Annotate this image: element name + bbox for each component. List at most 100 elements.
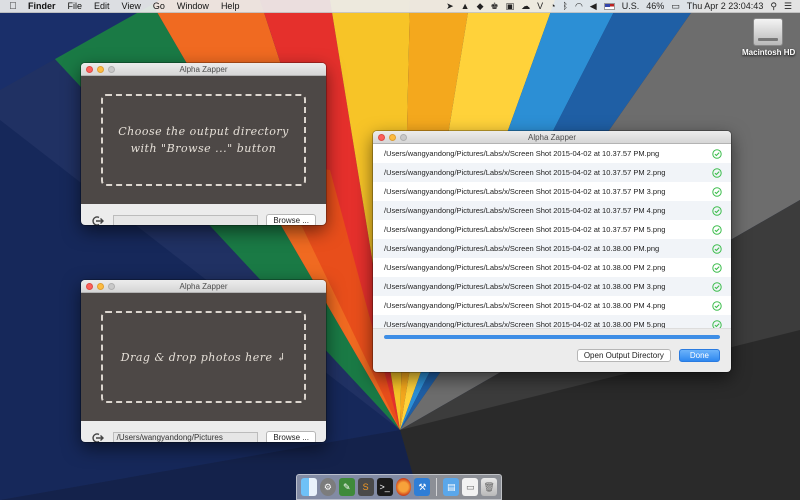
sublime-text-icon[interactable]: S	[357, 478, 374, 496]
file-path: /Users/wangyandong/Pictures/Labs/x/Scree…	[384, 282, 666, 291]
check-circle-icon	[712, 148, 722, 159]
window-titlebar[interactable]: Alpha Zapper	[373, 131, 731, 144]
dock-separator	[436, 478, 438, 496]
output-directory-area: Choose the output directory with "Browse…	[81, 76, 326, 204]
minimize-button[interactable]	[97, 66, 104, 73]
zoom-button[interactable]	[108, 66, 115, 73]
bluetooth-icon[interactable]: ᛒ	[563, 1, 568, 11]
check-circle-icon	[712, 243, 722, 254]
file-path: /Users/wangyandong/Pictures/Labs/x/Scree…	[384, 206, 666, 215]
firefox-icon[interactable]	[395, 478, 412, 496]
minimize-button[interactable]	[97, 283, 104, 290]
window-titlebar[interactable]: Alpha Zapper	[81, 280, 326, 293]
zoom-button[interactable]	[108, 283, 115, 290]
window-titlebar[interactable]: Alpha Zapper	[81, 63, 326, 76]
bag-icon[interactable]: ▣	[506, 1, 515, 12]
output-path-field[interactable]	[112, 214, 259, 225]
spotlight-icon[interactable]: ⚲	[770, 1, 777, 12]
file-list-row[interactable]: /Users/wangyandong/Pictures/Labs/x/Scree…	[373, 239, 731, 258]
zoom-button[interactable]	[400, 134, 407, 141]
file-path: /Users/wangyandong/Pictures/Labs/x/Scree…	[384, 149, 660, 158]
minimize-button[interactable]	[389, 134, 396, 141]
output-directory-prompt: Choose the output directory with "Browse…	[101, 94, 306, 186]
output-bar: Browse ...	[81, 204, 326, 225]
processed-files-list[interactable]: /Users/wangyandong/Pictures/Labs/x/Scree…	[373, 144, 731, 329]
menu-extras: ➤ ▲ ◆ ♚ ▣ ☁ V ◔ ᛒ ◠ ◀ U.S. 46% ▭ Thu Apr…	[446, 1, 800, 12]
menu-help[interactable]: Help	[215, 1, 246, 11]
menubar-clock[interactable]: Thu Apr 2 23:04:43	[687, 1, 764, 11]
notification-center-icon[interactable]: ☰	[784, 1, 792, 12]
volume-icon[interactable]: ◀	[590, 1, 597, 12]
menu-bar:  Finder File Edit View Go Window Help ➤…	[0, 0, 800, 13]
browse-button[interactable]: Browse ...	[266, 214, 316, 225]
check-circle-icon	[712, 205, 722, 216]
check-circle-icon	[712, 224, 722, 235]
check-circle-icon	[712, 262, 722, 273]
downloads-stack-icon[interactable]: ▤	[443, 478, 460, 496]
alpha-zapper-window-output: Alpha Zapper Choose the output directory…	[81, 63, 326, 225]
alpha-zapper-window-results: Alpha Zapper /Users/wangyandong/Pictures…	[373, 131, 731, 372]
trash-icon[interactable]: 🗑	[481, 478, 498, 496]
system-preferences-icon[interactable]: ⚙	[319, 478, 336, 496]
evernote-icon[interactable]: ◆	[477, 1, 484, 12]
battery-icon[interactable]: ▭	[671, 1, 680, 12]
input-source-label[interactable]: U.S.	[622, 1, 640, 11]
alfred-icon[interactable]: ♚	[490, 1, 498, 12]
file-path: /Users/wangyandong/Pictures/Labs/x/Scree…	[384, 168, 666, 177]
file-list-row[interactable]: /Users/wangyandong/Pictures/Labs/x/Scree…	[373, 258, 731, 277]
cursor-tool-icon[interactable]: ➤	[446, 1, 454, 12]
vim-icon[interactable]: V	[537, 1, 543, 11]
file-list-row[interactable]: /Users/wangyandong/Pictures/Labs/x/Scree…	[373, 163, 731, 182]
results-footer: Open Output Directory Done	[373, 339, 731, 362]
file-list-row[interactable]: /Users/wangyandong/Pictures/Labs/x/Scree…	[373, 277, 731, 296]
open-output-directory-button[interactable]: Open Output Directory	[576, 349, 671, 362]
wifi-icon[interactable]: ◠	[575, 1, 583, 12]
drive-label: Macintosh HD	[742, 48, 796, 57]
cloud-icon[interactable]: ☁	[521, 1, 530, 12]
drop-prompt: Drag & drop photos here ↲	[101, 311, 306, 403]
file-list-row[interactable]: /Users/wangyandong/Pictures/Labs/x/Scree…	[373, 315, 731, 329]
window-title: Alpha Zapper	[179, 65, 228, 74]
window-title: Alpha Zapper	[527, 133, 577, 142]
menu-file[interactable]: File	[62, 1, 89, 11]
close-button[interactable]	[86, 66, 93, 73]
hat-icon[interactable]: ▲	[461, 1, 470, 11]
menu-window[interactable]: Window	[171, 1, 215, 11]
file-list-row[interactable]: /Users/wangyandong/Pictures/Labs/x/Scree…	[373, 144, 731, 163]
done-button[interactable]: Done	[678, 349, 720, 362]
finder-icon[interactable]	[301, 478, 317, 496]
menu-app-name[interactable]: Finder	[22, 1, 62, 11]
apple-menu-icon[interactable]: 	[4, 1, 22, 12]
menu-view[interactable]: View	[116, 1, 147, 11]
photo-drop-zone[interactable]: Drag & drop photos here ↲	[81, 293, 326, 421]
output-arrow-icon	[91, 214, 105, 225]
xcode-icon[interactable]: ⚒	[414, 478, 431, 496]
input-source-flag-icon[interactable]	[603, 2, 615, 10]
output-arrow-icon	[91, 431, 105, 442]
file-list-row[interactable]: /Users/wangyandong/Pictures/Labs/x/Scree…	[373, 182, 731, 201]
file-list-row[interactable]: /Users/wangyandong/Pictures/Labs/x/Scree…	[373, 296, 731, 315]
file-path: /Users/wangyandong/Pictures/Labs/x/Scree…	[384, 320, 666, 329]
file-path: /Users/wangyandong/Pictures/Labs/x/Scree…	[384, 244, 660, 253]
check-circle-icon	[712, 281, 722, 292]
pencil-app-icon[interactable]: ✎	[338, 478, 355, 496]
dock: ⚙ ✎ S >_ ⚒ ▤ ▭ 🗑	[296, 474, 502, 500]
file-path: /Users/wangyandong/Pictures/Labs/x/Scree…	[384, 225, 666, 234]
menu-go[interactable]: Go	[147, 1, 171, 11]
file-list-row[interactable]: /Users/wangyandong/Pictures/Labs/x/Scree…	[373, 220, 731, 239]
desktop-drive[interactable]: Macintosh HD	[742, 18, 796, 57]
check-circle-icon	[712, 167, 722, 178]
file-path: /Users/wangyandong/Pictures/Labs/x/Scree…	[384, 187, 666, 196]
menu-edit[interactable]: Edit	[88, 1, 116, 11]
output-path-field[interactable]: /Users/wangyandong/Pictures	[112, 431, 259, 442]
battery-percent[interactable]: 46%	[646, 1, 664, 11]
time-machine-icon[interactable]: ◔	[550, 1, 555, 11]
window-title: Alpha Zapper	[179, 282, 228, 291]
browse-button[interactable]: Browse ...	[266, 431, 316, 442]
file-list-row[interactable]: /Users/wangyandong/Pictures/Labs/x/Scree…	[373, 201, 731, 220]
close-button[interactable]	[86, 283, 93, 290]
hard-drive-icon	[753, 18, 783, 46]
documents-stack-icon[interactable]: ▭	[462, 478, 479, 496]
close-button[interactable]	[378, 134, 385, 141]
terminal-icon[interactable]: >_	[376, 478, 393, 496]
